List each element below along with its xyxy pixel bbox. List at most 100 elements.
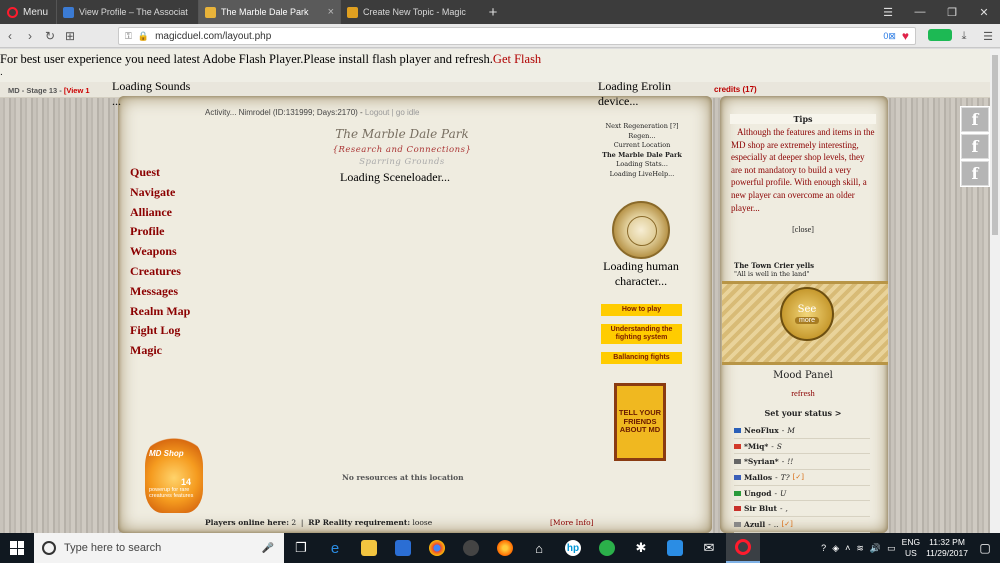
tab-menu-icon[interactable]: ☰ xyxy=(872,0,904,24)
task-view-icon[interactable]: ❐ xyxy=(284,533,318,563)
player-name: Ungod xyxy=(744,488,772,498)
rp-value: loose xyxy=(412,518,433,527)
scrollbar-thumb[interactable] xyxy=(992,55,998,235)
close-window-icon[interactable]: ✕ xyxy=(968,0,1000,24)
more-info-link[interactable]: [More Info] xyxy=(550,518,594,527)
spider-icon[interactable]: ✱ xyxy=(624,533,658,563)
go-idle-link[interactable]: | go idle xyxy=(392,108,420,117)
nav-magic[interactable]: Magic xyxy=(130,341,190,361)
app-icon[interactable] xyxy=(454,533,488,563)
sync-icon[interactable] xyxy=(658,533,692,563)
player-badge: [✓] xyxy=(792,473,804,482)
file-explorer-icon[interactable] xyxy=(352,533,386,563)
player-row[interactable]: Sir Blut - , xyxy=(734,501,870,518)
get-flash-link[interactable]: Get Flash xyxy=(493,52,541,66)
tips-close-link[interactable]: [close] xyxy=(730,225,876,234)
chrome-icon[interactable] xyxy=(420,533,454,563)
taskbar-search[interactable]: Type here to search 🎤 xyxy=(34,533,284,563)
nav-messages[interactable]: Messages xyxy=(130,282,190,302)
nav-quest[interactable]: Quest xyxy=(130,163,190,183)
player-row[interactable]: Ungod - U xyxy=(734,486,870,502)
edge-icon[interactable]: e xyxy=(318,533,352,563)
md-shop-button[interactable]: MD Shop 14 powerup for rare creatures fe… xyxy=(145,435,203,513)
url-field[interactable]: ⚿ 🔒 magicduel.com/layout.php 0 ⊠ ♥ xyxy=(118,27,916,45)
chevron-up-icon[interactable]: ˄ xyxy=(845,543,850,553)
md-shop-label: MD Shop xyxy=(149,449,184,458)
firefox-icon[interactable] xyxy=(488,533,522,563)
tell-friends-scroll[interactable]: TELL YOUR FRIENDS ABOUT MD xyxy=(614,383,666,461)
nav-fight-log[interactable]: Fight Log xyxy=(130,321,190,341)
speed-dial-icon[interactable]: ⊞ xyxy=(60,29,80,43)
player-row[interactable]: NeoFlux - M xyxy=(734,423,870,439)
flag-icon xyxy=(734,459,741,465)
view-link[interactable]: [View 1 xyxy=(64,86,90,95)
players-online-label: Players online here: xyxy=(205,518,289,527)
tab-create-new-topic[interactable]: Create New Topic - Magic xyxy=(340,0,482,24)
players-online-value: 2 xyxy=(291,518,297,527)
player-row[interactable]: Azull - .. [✓] xyxy=(734,517,870,533)
see-more-button[interactable]: See more xyxy=(780,287,834,341)
credits-link[interactable]: credits (17) xyxy=(714,85,757,94)
regen-text: Regen... xyxy=(628,131,656,140)
flag-icon xyxy=(734,474,741,480)
wifi-icon[interactable]: ≋ xyxy=(856,543,864,554)
logout-link[interactable]: Logout xyxy=(365,108,389,117)
mood-refresh-link[interactable]: refresh xyxy=(730,388,876,398)
tab-marble-dale-park[interactable]: The Marble Dale Park × xyxy=(198,0,340,24)
restore-icon[interactable]: ❐ xyxy=(936,0,968,24)
language-indicator[interactable]: ENG US xyxy=(902,537,920,559)
download-icon[interactable]: ⤓ xyxy=(952,30,976,43)
heart-icon[interactable]: ♥ xyxy=(902,29,909,43)
forward-icon[interactable]: › xyxy=(20,29,40,43)
store-icon[interactable] xyxy=(386,533,420,563)
balancing-fights-button[interactable]: Ballancing fights xyxy=(601,352,682,364)
home-icon[interactable]: ⌂ xyxy=(522,533,556,563)
nav-profile[interactable]: Profile xyxy=(130,222,190,242)
tab-close-icon[interactable]: × xyxy=(328,6,334,18)
nav-navigate[interactable]: Navigate xyxy=(130,183,190,203)
set-status-link[interactable]: Set your status > xyxy=(730,408,876,418)
help-icon[interactable]: ? xyxy=(821,543,826,553)
player-name: Azull xyxy=(744,519,766,529)
see-text: See xyxy=(797,304,817,315)
adblock-icon[interactable]: ⊠ xyxy=(888,31,896,42)
address-toolbar: ‹ › ↻ ⊞ ⚿ 🔒 magicduel.com/layout.php 0 ⊠… xyxy=(0,24,1000,48)
player-row[interactable]: Mallos - T? [✓] xyxy=(734,470,870,486)
volume-icon[interactable]: 🔊 xyxy=(870,543,881,554)
how-to-play-button[interactable]: How to play xyxy=(601,304,682,316)
shield-icon[interactable]: ◈ xyxy=(832,543,839,554)
start-button[interactable] xyxy=(0,533,34,563)
microphone-icon[interactable]: 🎤 xyxy=(262,543,274,554)
player-row[interactable]: *Miq* - S xyxy=(734,439,870,455)
minimize-icon[interactable]: — xyxy=(904,0,936,24)
clock[interactable]: 11:32 PM 11/29/2017 xyxy=(926,537,968,559)
understanding-fighting-button[interactable]: Understanding the fighting system xyxy=(601,324,682,344)
player-row[interactable]: *Syrian* - !! xyxy=(734,454,870,471)
back-icon[interactable]: ‹ xyxy=(0,29,20,43)
new-tab-button[interactable]: + xyxy=(482,0,504,24)
reload-icon[interactable]: ↻ xyxy=(40,29,60,43)
nav-realm-map[interactable]: Realm Map xyxy=(130,302,190,322)
battery-icon[interactable]: ▭ xyxy=(887,543,896,554)
nav-alliance[interactable]: Alliance xyxy=(130,203,190,223)
windows-logo-icon xyxy=(10,541,24,555)
hp-icon[interactable]: hp xyxy=(556,533,590,563)
mail-icon[interactable]: ✉ xyxy=(692,533,726,563)
facebook-share-icon[interactable]: f xyxy=(960,160,990,187)
nav-weapons[interactable]: Weapons xyxy=(130,242,190,262)
notification-icon[interactable]: ▢ xyxy=(974,541,996,555)
torrent-icon[interactable] xyxy=(590,533,624,563)
tab-view-profile[interactable]: View Profile – The Associat xyxy=(56,0,198,24)
facebook-icon[interactable]: f xyxy=(960,133,990,160)
location-subtitle: {Research and Connections} xyxy=(332,145,472,155)
extension-icon[interactable] xyxy=(928,28,952,44)
page-scrollbar[interactable] xyxy=(990,49,1000,533)
system-tray: ? ◈ ˄ ≋ 🔊 ▭ ENG US 11:32 PM 11/29/2017 ▢ xyxy=(821,533,1000,563)
facebook-like-icon[interactable]: f xyxy=(960,106,990,133)
next-regen-link[interactable]: Next Regeneration [?] xyxy=(598,122,686,132)
nav-creatures[interactable]: Creatures xyxy=(130,262,190,282)
opera-menu-button[interactable]: Menu xyxy=(0,0,56,24)
opera-taskbar-icon[interactable] xyxy=(726,533,760,563)
town-crier-message: "All is well in the land" xyxy=(734,270,810,278)
easy-setup-icon[interactable]: ☰ xyxy=(976,30,1000,43)
